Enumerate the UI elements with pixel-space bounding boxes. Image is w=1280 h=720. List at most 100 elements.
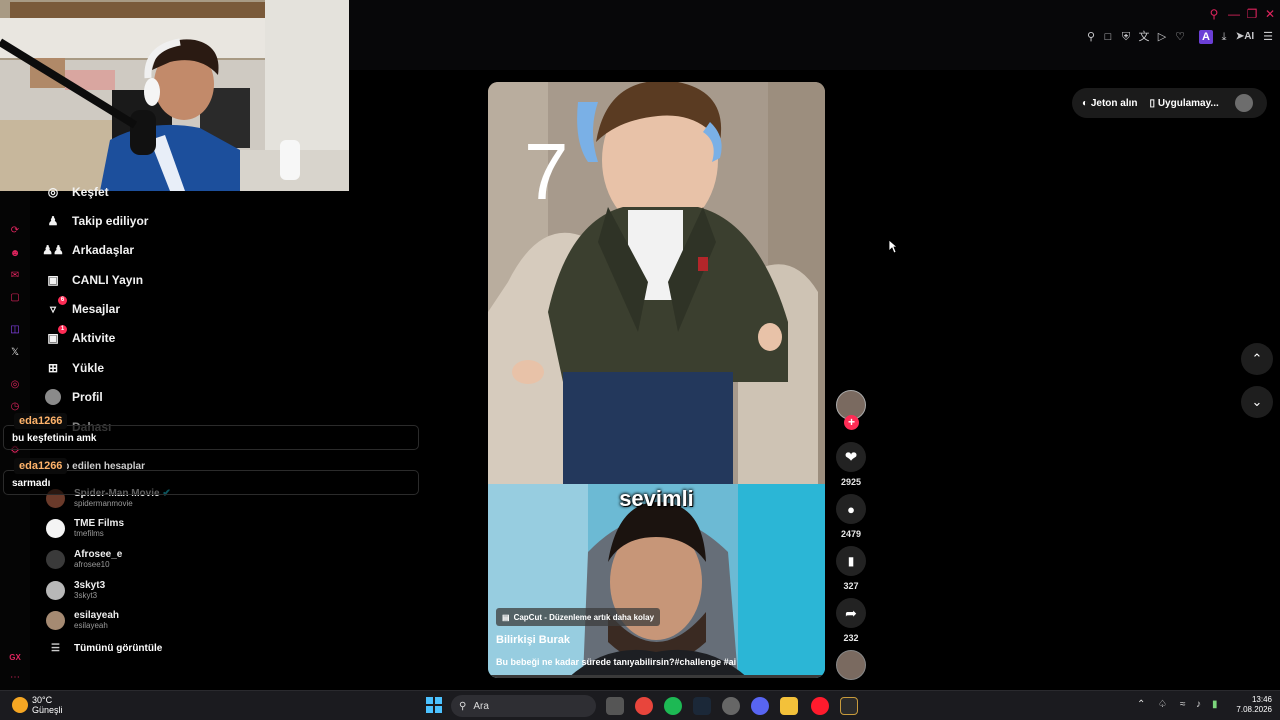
tray-overflow-icon[interactable]: ⌃ [1137, 699, 1145, 710]
chrome-icon[interactable] [635, 697, 653, 715]
more-icon[interactable]: ⋯ [7, 671, 23, 685]
account-item[interactable]: 3skyt3 3skyt3 [46, 580, 105, 600]
steam-icon[interactable] [693, 697, 711, 715]
get-app-button[interactable]: ▯ Uygulamay... [1150, 98, 1219, 109]
sound-avatar[interactable] [836, 650, 866, 680]
search-box[interactable]: ⚲ Ara [451, 695, 596, 717]
user-plus-icon: ♟ [47, 214, 59, 228]
sidebar-item-label: Takip ediliyor [72, 214, 149, 228]
progress-track[interactable] [488, 675, 825, 678]
volume-icon[interactable]: ♪ [1196, 699, 1201, 710]
wifi-icon[interactable]: ≈ [1180, 699, 1186, 710]
battery-icon[interactable]: ▮ [1212, 699, 1218, 710]
extension-icon[interactable]: A [1199, 30, 1213, 44]
account-item[interactable]: esilayeah esilayeah [46, 610, 119, 630]
avatar[interactable] [1234, 94, 1253, 112]
sidebar-item-label: CANLI Yayın [72, 273, 144, 287]
ai-icon[interactable]: ➤AI [1235, 30, 1255, 44]
account-name: 3skyt3 [74, 580, 106, 591]
like-button[interactable]: ❤ [836, 442, 866, 472]
weather-widget[interactable]: 30°C Güneşli [32, 695, 63, 715]
translate-icon[interactable]: 文 [1137, 30, 1151, 44]
clock-date: 7.08.2026 [1236, 705, 1272, 714]
sidebar-item-following[interactable]: ♟ Takip ediliyor [44, 209, 149, 233]
sidebar-item-upload[interactable]: ⊞ Yükle [44, 356, 104, 380]
bookmark-icon: ▮ [847, 554, 855, 568]
chevron-down-icon: ⌄ [1251, 394, 1263, 409]
x-icon[interactable]: 𝕏 [7, 346, 23, 360]
github-icon[interactable] [722, 697, 740, 715]
account-handle: spidermanmovie [74, 499, 133, 508]
sidebar-item-profile[interactable]: Profil [44, 385, 103, 409]
chat-message: sarmadı [3, 470, 419, 495]
account-name: TME Films [74, 518, 125, 529]
clock-widget[interactable]: 13:46 7.08.2026 [1232, 695, 1272, 715]
account-item[interactable]: Afrosee_e afrosee10 [46, 549, 122, 569]
account-handle: afrosee10 [74, 560, 110, 569]
sidebar-item-messages[interactable]: ▿ 6 Mesajlar [44, 296, 120, 321]
play-icon[interactable]: ▷ [1155, 30, 1169, 44]
see-all-label: Tümünü görüntüle [74, 643, 163, 654]
capcut-tag[interactable]: ▤ CapCut - Düzenleme artık daha kolay [496, 608, 661, 626]
minimize-icon[interactable]: — [1226, 6, 1242, 22]
previous-video-button[interactable]: ⌃ [1241, 343, 1273, 375]
account-name: Afrosee_e [74, 549, 123, 560]
file-explorer-icon[interactable] [780, 697, 798, 715]
compass-icon: ◎ [47, 185, 59, 199]
account-handle: esilayeah [74, 621, 108, 630]
share-count: 232 [843, 633, 859, 643]
comment-icon: ● [847, 501, 855, 517]
clock-icon[interactable]: ◷ [7, 400, 23, 414]
get-coins-button[interactable]: ◐ Jeton alın [1082, 98, 1138, 109]
sidebar-item-friends[interactable]: ♟♟ Arkadaşlar [42, 238, 134, 262]
maximize-icon[interactable]: ❐ [1244, 6, 1260, 22]
sidebar-item-live[interactable]: ▣ CANLI Yayın [44, 268, 143, 292]
comment-button[interactable]: ● [836, 494, 866, 524]
friends-icon: ♟♟ [42, 243, 64, 257]
microphone-icon[interactable]: ♤ [1158, 699, 1167, 710]
robot-icon[interactable]: ☻ [7, 247, 23, 261]
comment-count: 2479 [840, 529, 862, 539]
messenger-icon[interactable]: ✉ [7, 269, 23, 283]
app-label: Uygulamay... [1157, 97, 1219, 109]
twitch-icon[interactable]: ◫ [7, 323, 23, 337]
spotify-icon[interactable] [664, 697, 682, 715]
activity-badge: 1 [58, 325, 67, 334]
gx-icon[interactable]: GX [7, 651, 23, 665]
discord-icon[interactable] [751, 697, 769, 715]
sidebar-item-explore[interactable]: ◎ Keşfet [44, 180, 109, 204]
search-icon[interactable]: ⚲ [1206, 6, 1222, 22]
reload-icon[interactable]: ⟳ [7, 224, 23, 238]
weather-icon[interactable] [12, 697, 28, 713]
messages-badge: 6 [58, 296, 67, 305]
player-icon[interactable]: ◎ [7, 378, 23, 392]
close-icon[interactable]: ✕ [1262, 6, 1278, 22]
pin-icon[interactable]: ⚲ [1084, 30, 1098, 44]
list-icon: ☰ [51, 643, 60, 654]
account-item[interactable]: TME Films tmefilms [46, 518, 124, 538]
caption-word: sevimli [619, 486, 694, 511]
shield-icon[interactable]: ⛨ [1119, 30, 1133, 44]
video-author[interactable]: Bilirkişi Burak [496, 634, 570, 646]
share-button[interactable]: ➦ [836, 598, 866, 628]
video-player[interactable]: 7 sevimli ▤ CapCut - Düzenleme artık dah… [488, 82, 825, 678]
menu-icon[interactable]: ☰ [1261, 30, 1275, 44]
follow-button[interactable]: + [844, 415, 859, 430]
video-description: Bu bebeği ne kadar sürede tanıyabilirsin… [496, 657, 737, 667]
windows-start-icon[interactable] [426, 697, 442, 713]
save-button[interactable]: ▮ [836, 546, 866, 576]
coins-label: Jeton alın [1090, 97, 1138, 109]
opera-gx-icon[interactable] [811, 697, 829, 715]
task-view-icon[interactable] [606, 697, 624, 715]
snapshot-icon[interactable]: □ [1101, 30, 1115, 44]
see-all-link[interactable]: ☰ Tümünü görüntüle [46, 643, 162, 654]
overlay-number: 7 [524, 127, 569, 216]
next-video-button[interactable]: ⌄ [1241, 386, 1273, 418]
download-icon[interactable]: ⤓ [1217, 30, 1231, 44]
heart-icon[interactable]: ♡ [1173, 30, 1187, 44]
chat-message: bu keşfetinin amk [3, 425, 419, 450]
league-icon[interactable] [840, 697, 858, 715]
sidebar-item-activity[interactable]: ▣ 1 Aktivite [44, 325, 115, 350]
account-name: esilayeah [74, 610, 120, 621]
mail-icon[interactable]: ▢ [7, 291, 23, 305]
